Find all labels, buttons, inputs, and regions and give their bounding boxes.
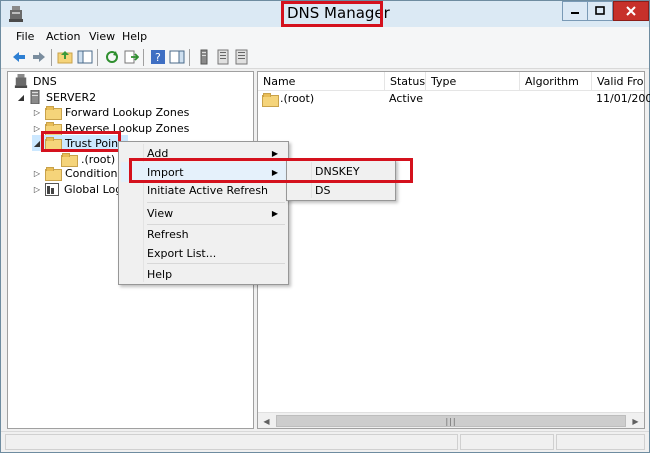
refresh-icon[interactable] — [104, 49, 120, 65]
menu-label: Export List... — [147, 246, 217, 260]
folder-icon — [45, 106, 62, 120]
back-arrow-icon[interactable] — [11, 49, 27, 65]
close-icon — [626, 6, 636, 16]
menu-item-refresh[interactable]: Refresh — [121, 224, 286, 244]
scroll-left-icon[interactable]: ◀ — [258, 413, 275, 429]
column-header: Name Status Type Algorithm Valid From — [258, 72, 644, 91]
toolbar-separator — [51, 49, 52, 66]
menu-label: Help — [147, 267, 173, 281]
menu-label: DS — [315, 183, 331, 197]
menu-view[interactable]: View — [89, 30, 115, 43]
close-button[interactable] — [613, 1, 649, 21]
up-folder-icon[interactable] — [57, 49, 73, 65]
status-cell-mid — [460, 434, 554, 450]
horizontal-scrollbar[interactable]: ◀ ||| ▶ — [258, 412, 644, 428]
list-pane: Name Status Type Algorithm Valid From .(… — [257, 71, 650, 429]
submenu-arrow-icon: ▶ — [271, 148, 278, 158]
row-valid-from: 11/01/2009 — [596, 92, 650, 105]
title-annotation-box — [281, 1, 383, 27]
tree-label: DNS — [33, 74, 57, 88]
row-name: .(root) — [280, 92, 315, 105]
tree-item-global-logs[interactable]: ▷ Global Logs — [32, 181, 128, 197]
menu-file[interactable]: File — [16, 30, 34, 43]
trust-points-annotation-box — [41, 131, 121, 152]
import-dnskey-annotation-box — [129, 158, 413, 183]
submenu-item-ds[interactable]: DS — [289, 181, 393, 199]
menu-label: View — [147, 206, 174, 220]
menu-item-export-list[interactable]: Export List... — [121, 243, 286, 263]
server-node-icon — [30, 90, 40, 104]
toolbar-separator — [189, 49, 190, 66]
dns-app-icon — [9, 6, 23, 22]
svg-text:?: ? — [155, 51, 161, 64]
dns-manager-window: DNS Manager File Action View Help ? DNS … — [0, 0, 650, 453]
folder-icon — [61, 153, 78, 167]
help-icon[interactable]: ? — [150, 49, 166, 65]
minimize-button[interactable] — [562, 1, 588, 21]
menu-action[interactable]: Action — [46, 30, 80, 43]
toolbar-separator — [143, 49, 144, 66]
expand-arrow-icon[interactable]: ▷ — [32, 184, 42, 194]
tree-item-forward-lookup-zones[interactable]: ▷ Forward Lookup Zones — [32, 104, 189, 120]
scrollbar-thumb[interactable]: ||| — [276, 415, 626, 427]
menu-bar: File Action View Help — [1, 27, 649, 46]
status-bar — [1, 431, 649, 452]
zone-icon[interactable] — [215, 49, 231, 65]
folder-icon — [45, 167, 62, 181]
toolbar: ? — [1, 46, 649, 69]
tree-label: Forward Lookup Zones — [65, 105, 190, 119]
table-row[interactable]: .(root) Active 11/01/2009 — [258, 91, 650, 107]
tree-item-conditional-forwarders[interactable]: ▷ Conditional — [32, 165, 127, 181]
menu-help[interactable]: Help — [122, 30, 147, 43]
row-status: Active — [389, 92, 424, 105]
menu-item-help[interactable]: Help — [121, 264, 286, 284]
collapse-arrow-icon[interactable]: ◢ — [16, 92, 26, 102]
tree-item-server[interactable]: ◢ SERVER2 — [16, 89, 96, 105]
column-algorithm[interactable]: Algorithm — [520, 72, 592, 91]
folder-icon — [262, 93, 279, 107]
menu-label: Refresh — [147, 227, 189, 241]
forward-arrow-icon[interactable] — [31, 49, 47, 65]
toolbar-separator — [97, 49, 98, 66]
server-icon[interactable] — [196, 49, 212, 65]
menu-label: Initiate Active Refresh — [147, 183, 269, 197]
log-icon — [45, 182, 59, 196]
column-type[interactable]: Type — [426, 72, 520, 91]
status-cell-main — [5, 434, 458, 450]
record-icon[interactable] — [234, 49, 250, 65]
expand-arrow-icon[interactable]: ▷ — [32, 168, 42, 178]
menu-item-view[interactable]: View ▶ — [121, 203, 286, 223]
menu-item-initiate-active-refresh[interactable]: Initiate Active Refresh — [121, 180, 286, 200]
tree-item-dns[interactable]: DNS — [14, 73, 57, 89]
column-name[interactable]: Name — [258, 72, 385, 91]
submenu-arrow-icon: ▶ — [271, 208, 278, 218]
minimize-icon — [571, 12, 579, 14]
expand-arrow-icon[interactable]: ▷ — [32, 107, 42, 117]
maximize-button[interactable] — [587, 1, 613, 21]
export-list-icon[interactable] — [123, 49, 139, 65]
maximize-icon — [595, 6, 605, 15]
show-hide-tree-icon[interactable] — [77, 49, 93, 65]
tree-label: .(root) — [81, 152, 116, 166]
status-cell-right — [556, 434, 645, 450]
dns-node-icon — [14, 74, 28, 88]
column-status[interactable]: Status — [385, 72, 426, 91]
action-pane-icon[interactable] — [169, 49, 185, 65]
column-valid-from[interactable]: Valid From — [592, 72, 644, 91]
scroll-right-icon[interactable]: ▶ — [627, 413, 644, 429]
tree-label: SERVER2 — [46, 90, 97, 104]
